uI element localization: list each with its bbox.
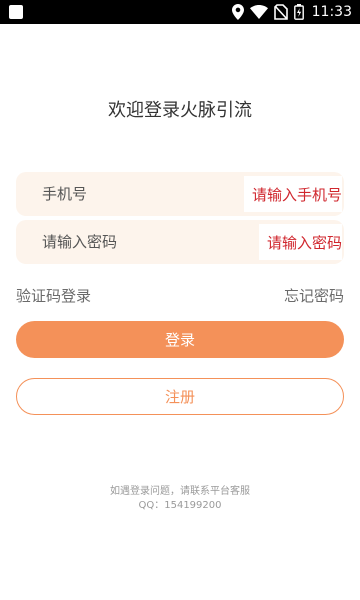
battery-charging-icon xyxy=(293,4,304,20)
footer-help-text: 如遇登录问题，请联系平台客服 xyxy=(110,486,250,497)
wifi-icon xyxy=(249,5,268,19)
login-button[interactable]: 登录 xyxy=(16,321,344,358)
status-bar: 11:33 xyxy=(0,0,360,24)
phone-hint: 请输入手机号 xyxy=(243,176,342,212)
no-sim-icon xyxy=(273,4,288,20)
status-icons: 11:33 xyxy=(231,2,352,22)
phone-field[interactable]: 请输入手机号 xyxy=(16,172,344,216)
forgot-password-link[interactable]: 忘记密码 xyxy=(284,285,344,306)
page-title: 欢迎登录火脉引流 xyxy=(108,100,252,121)
notification-square-icon xyxy=(9,5,23,19)
status-time: 11:33 xyxy=(311,4,352,20)
password-field[interactable]: 请输入密码 xyxy=(16,220,344,264)
location-icon xyxy=(231,4,244,20)
register-button[interactable]: 注册 xyxy=(16,378,344,415)
sms-login-link[interactable]: 验证码登录 xyxy=(16,285,91,306)
password-hint: 请输入密码 xyxy=(258,224,342,260)
footer-qq-text: QQ：154199200 xyxy=(138,500,222,511)
